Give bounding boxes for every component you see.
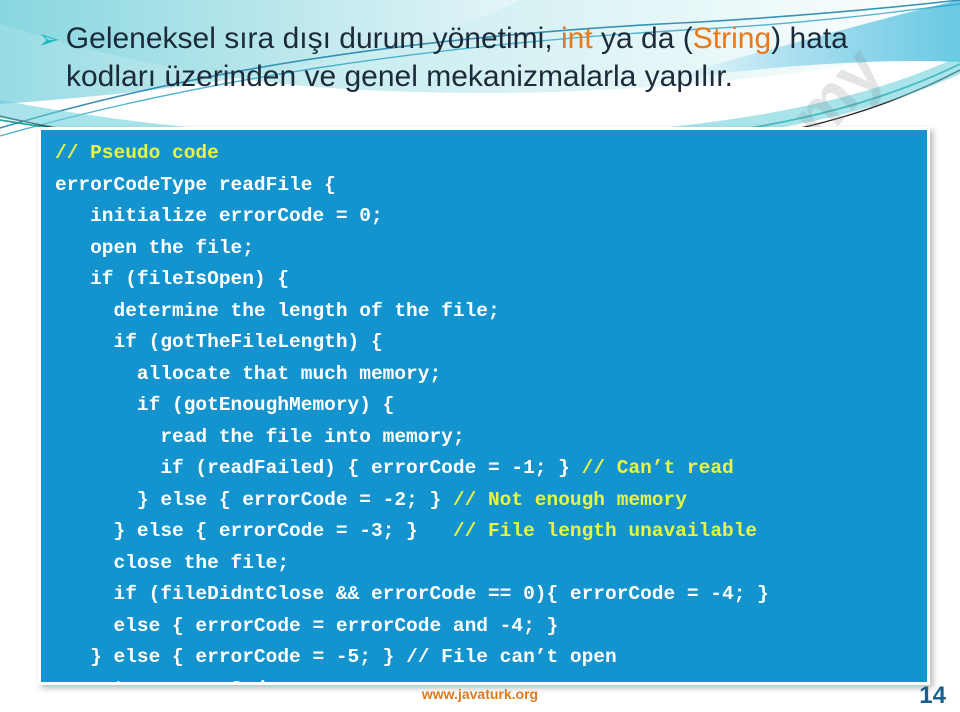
title-line1-part1: Geleneksel sıra dışı durum yönetimi,	[65, 22, 562, 55]
code-line-text: open the file;	[55, 236, 254, 259]
page-title: ➢ Geleneksel sıra dışı durum yönetimi, in…	[38, 20, 938, 96]
code-line-comment: // File length unavailable	[452, 520, 758, 542]
code-line-text: } else { errorCode = -5; }	[55, 646, 407, 668]
footer: www.javaturk.org 14	[0, 682, 960, 712]
code-panel: // Pseudo code errorCodeType readFile { i…	[38, 127, 930, 685]
code-line: if (gotEnoughMemory) {	[55, 390, 923, 422]
slide: www.seksoft.academy ➢Geleneksel sıra dış…	[0, 0, 960, 712]
code-block: // Pseudo code errorCodeType readFile { i…	[55, 138, 923, 682]
code-line: allocate that much memory;	[55, 359, 923, 391]
title-line-1: ➢ Geleneksel sıra dışı durum yönetimi, in…	[38, 20, 938, 58]
title-keyword-string: String	[692, 22, 772, 55]
code-line: initialize errorCode = 0;	[55, 201, 923, 233]
title-line1-part3: ) hata	[771, 22, 848, 55]
code-line-text: read the file into memory;	[55, 425, 465, 448]
bullet-arrow-icon: ➢	[38, 24, 60, 54]
code-line-text: if (fileDidntClose && errorCode == 0){ e…	[55, 583, 769, 605]
code-line: errorCodeType readFile {	[55, 170, 923, 202]
code-line-text: // Pseudo code	[55, 142, 219, 164]
title-line1-part2: ya da (	[592, 22, 693, 55]
code-line-text: } else { errorCode = -2; }	[55, 488, 453, 511]
code-line-text: if (fileIsOpen) {	[55, 268, 290, 290]
code-line-text: } else { errorCode = -3; }	[55, 520, 453, 542]
code-line-comment: // Can’t read	[581, 457, 734, 479]
code-line: else { errorCode = errorCode and -4; }	[55, 611, 923, 643]
code-line-text: close the file;	[55, 551, 290, 574]
code-line-text: if (gotEnoughMemory) {	[55, 394, 395, 416]
code-line-text: initialize errorCode = 0;	[55, 205, 383, 227]
code-line-text: determine the length of the file;	[55, 299, 500, 322]
code-line: open the file;	[55, 233, 923, 265]
code-line: // Pseudo code	[55, 138, 923, 170]
code-line: close the file;	[55, 548, 923, 580]
title-keyword-int: int	[561, 22, 593, 55]
code-line: read the file into memory;	[55, 422, 923, 454]
page-number: 14	[919, 682, 946, 709]
code-line-text: if (gotTheFileLength) {	[55, 331, 383, 353]
code-line: if (gotTheFileLength) {	[55, 327, 923, 359]
code-line: } else { errorCode = -2; } // Not enough…	[55, 485, 923, 517]
code-line-text: if (readFailed) { errorCode = -1; }	[55, 457, 582, 479]
footer-url[interactable]: www.javaturk.org	[0, 686, 960, 702]
code-line: if (readFailed) { errorCode = -1; } // C…	[55, 453, 923, 485]
code-line: } else { errorCode = -3; } // File lengt…	[55, 516, 923, 548]
code-line-text: errorCodeType readFile {	[55, 173, 336, 196]
title-line-2: kodları üzerinden ve genel mekanizmalarl…	[66, 60, 734, 93]
code-line-comment: // Not enough memory	[452, 488, 687, 511]
code-line: } else { errorCode = -5; } // File can’t…	[55, 642, 923, 674]
code-line: determine the length of the file;	[55, 296, 923, 328]
code-line: if (fileIsOpen) {	[55, 264, 923, 296]
code-line-text: allocate that much memory;	[55, 362, 442, 385]
code-line-text: else { errorCode = errorCode and -4; }	[55, 614, 559, 637]
code-line-comment: // File can’t open	[406, 646, 617, 668]
code-line: if (fileDidntClose && errorCode == 0){ e…	[55, 579, 923, 611]
